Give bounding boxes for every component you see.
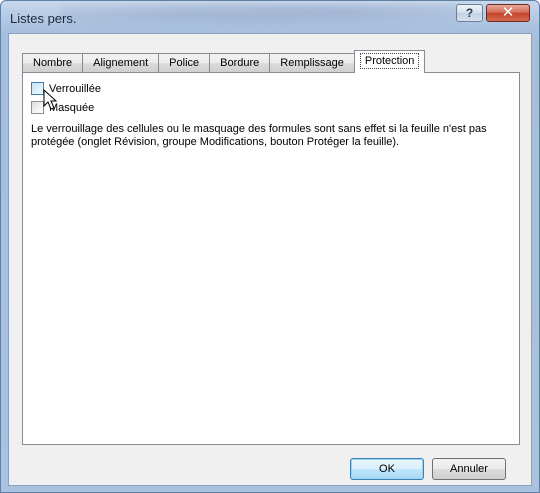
help-button[interactable]: ? xyxy=(456,4,483,22)
ok-button[interactable]: OK xyxy=(350,458,424,480)
tab-strip: Nombre Alignement Police Bordure Remplis… xyxy=(22,50,426,73)
tab-bordure[interactable]: Bordure xyxy=(209,53,270,72)
dialog-client-area: Nombre Alignement Police Bordure Remplis… xyxy=(8,33,532,486)
arrow-cursor-icon xyxy=(43,89,58,110)
protection-panel: Verrouillée Masquée Le verrouillage des … xyxy=(22,72,520,445)
window-title: Listes pers. xyxy=(10,11,77,26)
locked-row[interactable]: Verrouillée xyxy=(31,82,101,95)
title-bar-backdrop xyxy=(61,3,461,33)
tab-protection-label: Protection xyxy=(359,53,420,69)
close-button[interactable]: ✕ xyxy=(486,4,530,22)
cancel-button[interactable]: Annuler xyxy=(432,458,506,480)
tab-alignement[interactable]: Alignement xyxy=(82,53,159,72)
dialog-window: Listes pers. ? ✕ Nombre Alignement Polic… xyxy=(0,0,540,493)
protection-description: Le verrouillage des cellules ou le masqu… xyxy=(31,123,487,148)
tab-protection[interactable]: Protection xyxy=(353,50,426,73)
tab-police[interactable]: Police xyxy=(158,53,210,72)
tab-nombre[interactable]: Nombre xyxy=(22,53,83,72)
tab-remplissage[interactable]: Remplissage xyxy=(269,53,355,72)
